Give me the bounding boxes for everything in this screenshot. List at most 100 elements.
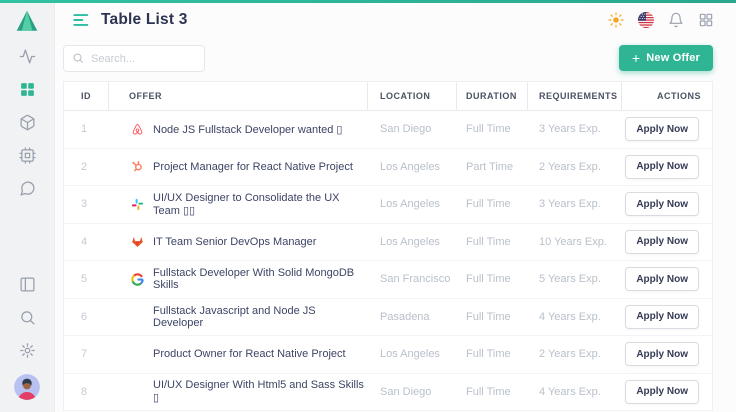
header-icons [607, 12, 714, 29]
row-offer: IT Team Senior DevOps Manager [109, 234, 368, 250]
row-location: Los Angeles [368, 161, 457, 173]
layout-icon[interactable] [18, 275, 36, 293]
apply-now-button[interactable]: Apply Now [625, 342, 699, 366]
apply-now-button[interactable]: Apply Now [625, 192, 699, 216]
search-icon[interactable] [18, 308, 36, 326]
column-header-id: ID [64, 82, 109, 110]
table-row: 4 IT Team Senior DevOps Manager Los Ange… [64, 224, 712, 262]
row-id: 1 [64, 123, 109, 135]
column-header-offer: OFFER [109, 82, 368, 110]
sidebar-nav [18, 47, 36, 197]
column-header-duration: DURATION [457, 82, 528, 110]
row-requirements: 4 Years Exp. [528, 386, 622, 398]
activity-icon[interactable] [18, 47, 36, 65]
search-input[interactable] [63, 45, 205, 72]
search-box [63, 45, 205, 72]
row-requirements: 10 Years Exp. [528, 236, 622, 248]
row-id: 8 [64, 386, 109, 398]
row-requirements: 4 Years Exp. [528, 311, 622, 323]
apply-now-button[interactable]: Apply Now [625, 117, 699, 141]
brand-icon [129, 384, 145, 400]
apply-now-button[interactable]: Apply Now [625, 155, 699, 179]
row-offer: Fullstack Developer With Solid MongoDB S… [109, 267, 368, 291]
offer-title: Node JS Fullstack Developer wanted ▯ [153, 123, 342, 136]
row-location: Los Angeles [368, 236, 457, 248]
row-location: San Diego [368, 123, 457, 135]
main-content: Table List 3 + New Offer ID [56, 3, 736, 412]
row-duration: Full Time [457, 123, 528, 135]
table-header: ID OFFER LOCATION DURATION REQUIREMENTS … [64, 82, 712, 111]
row-id: 3 [64, 198, 109, 210]
brand-icon [129, 346, 145, 362]
search-icon [72, 52, 84, 64]
offer-title: UI/UX Designer With Html5 and Sass Skill… [153, 379, 368, 404]
top-accent-bar [0, 0, 736, 3]
offer-title: Project Manager for React Native Project [153, 161, 353, 173]
offer-title: Fullstack Developer With Solid MongoDB S… [153, 267, 368, 291]
row-id: 2 [64, 161, 109, 173]
slack-icon [129, 196, 145, 212]
new-offer-label: New Offer [646, 52, 700, 64]
new-offer-button[interactable]: + New Offer [619, 45, 713, 71]
page-header: Table List 3 [56, 3, 736, 37]
table-row: 5 Fullstack Developer With Solid MongoDB… [64, 261, 712, 299]
row-duration: Full Time [457, 236, 528, 248]
brand-icon [129, 309, 145, 325]
hubspot-icon [129, 159, 145, 175]
row-duration: Full Time [457, 311, 528, 323]
sun-icon[interactable] [607, 12, 624, 29]
row-duration: Full Time [457, 348, 528, 360]
row-location: Pasadena [368, 311, 457, 323]
chat-icon[interactable] [18, 179, 36, 197]
row-offer: UI/UX Designer With Html5 and Sass Skill… [109, 379, 368, 404]
grid-icon[interactable] [18, 80, 36, 98]
cube-icon[interactable] [18, 113, 36, 131]
row-id: 4 [64, 236, 109, 248]
row-offer: Project Manager for React Native Project [109, 159, 368, 175]
table-row: 3 UI/UX Designer to Consolidate the UX T… [64, 186, 712, 224]
row-location: Los Angeles [368, 198, 457, 210]
triangle-logo[interactable] [14, 8, 40, 34]
menu-icon[interactable] [72, 11, 90, 29]
row-offer: Fullstack Javascript and Node JS Develop… [109, 305, 368, 329]
grid-icon[interactable] [697, 12, 714, 29]
table-row: 1 Node JS Fullstack Developer wanted ▯ S… [64, 111, 712, 149]
row-offer: UI/UX Designer to Consolidate the UX Tea… [109, 192, 368, 217]
row-id: 6 [64, 311, 109, 323]
row-duration: Full Time [457, 273, 528, 285]
table-row: 6 Fullstack Javascript and Node JS Devel… [64, 299, 712, 337]
apply-now-button[interactable]: Apply Now [625, 267, 699, 291]
cpu-icon[interactable] [18, 146, 36, 164]
row-offer: Node JS Fullstack Developer wanted ▯ [109, 121, 368, 137]
row-requirements: 3 Years Exp. [528, 123, 622, 135]
row-duration: Part Time [457, 161, 528, 173]
toolbar: + New Offer [56, 37, 736, 72]
row-requirements: 5 Years Exp. [528, 273, 622, 285]
row-location: San Francisco [368, 273, 457, 285]
offer-title: Product Owner for React Native Project [153, 348, 346, 360]
user-avatar[interactable] [14, 374, 40, 400]
table-body: 1 Node JS Fullstack Developer wanted ▯ S… [64, 111, 712, 411]
plus-icon: + [632, 51, 640, 65]
row-id: 7 [64, 348, 109, 360]
gear-icon[interactable] [18, 341, 36, 359]
sidebar-bottom [14, 275, 40, 412]
bell-icon[interactable] [667, 12, 684, 29]
google-icon [129, 271, 145, 287]
airbnb-icon [129, 121, 145, 137]
row-requirements: 2 Years Exp. [528, 348, 622, 360]
page-title: Table List 3 [101, 11, 188, 29]
column-header-location: LOCATION [368, 82, 457, 110]
us-flag-icon[interactable] [637, 12, 654, 29]
table-row: 8 UI/UX Designer With Html5 and Sass Ski… [64, 374, 712, 412]
row-location: San Diego [368, 386, 457, 398]
offer-title: UI/UX Designer to Consolidate the UX Tea… [153, 192, 368, 217]
table-row: 2 Project Manager for React Native Proje… [64, 149, 712, 187]
apply-now-button[interactable]: Apply Now [625, 305, 699, 329]
apply-now-button[interactable]: Apply Now [625, 380, 699, 404]
column-header-actions: ACTIONS [622, 82, 712, 110]
row-offer: Product Owner for React Native Project [109, 346, 368, 362]
table-row: 7 Product Owner for React Native Project… [64, 336, 712, 374]
apply-now-button[interactable]: Apply Now [625, 230, 699, 254]
row-requirements: 2 Years Exp. [528, 161, 622, 173]
